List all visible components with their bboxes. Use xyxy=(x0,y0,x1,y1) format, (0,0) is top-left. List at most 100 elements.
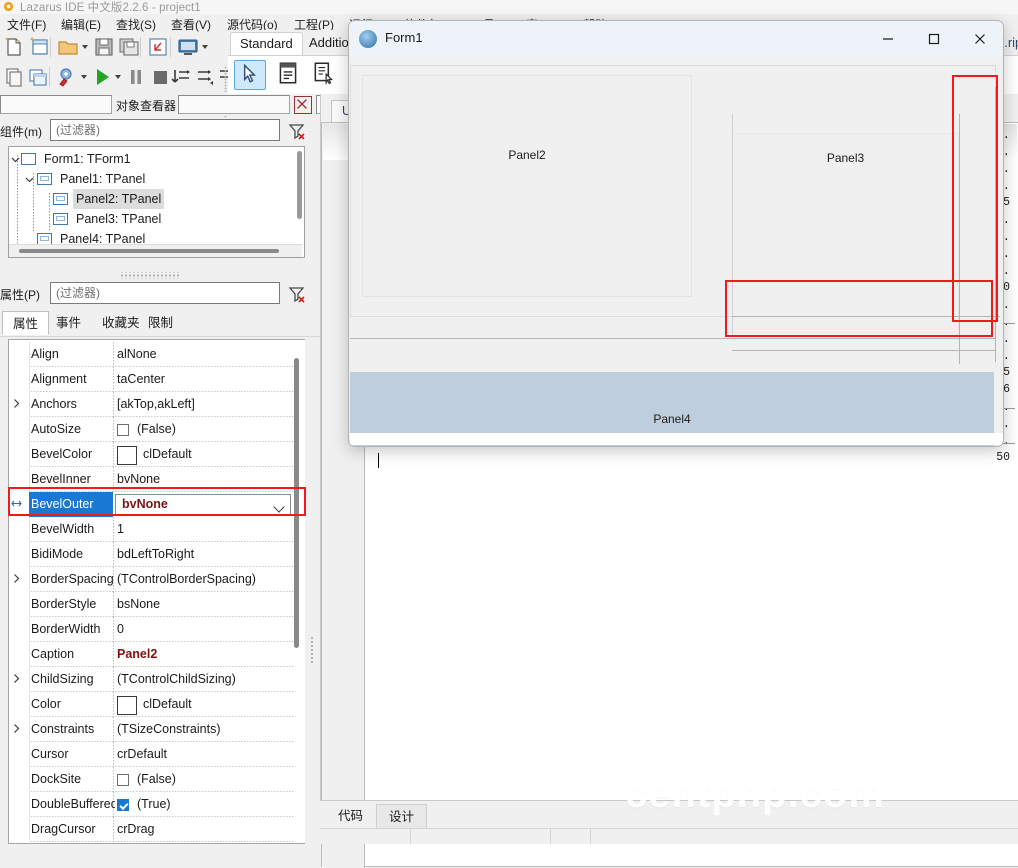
table-row[interactable]: BorderStyle bsNone xyxy=(9,592,303,617)
chevron-right-icon[interactable] xyxy=(11,673,22,684)
table-row[interactable]: DoubleBuffered (True) xyxy=(9,792,303,817)
property-value[interactable]: 1 xyxy=(117,522,293,536)
table-row[interactable]: AutoSize (False) xyxy=(9,417,303,442)
pointer-tool[interactable] xyxy=(234,60,266,90)
step-over-button[interactable] xyxy=(193,65,217,89)
tmainmenu-tool[interactable] xyxy=(274,60,304,88)
save-all-button[interactable] xyxy=(117,35,141,59)
open-dropdown-arrow[interactable] xyxy=(82,45,88,49)
close-button[interactable] xyxy=(957,21,1003,57)
design-panel2[interactable]: Panel2 xyxy=(362,75,692,297)
table-row[interactable]: BorderWidth 0 xyxy=(9,617,303,642)
property-value[interactable]: bdLeftToRight xyxy=(117,547,293,561)
property-value[interactable]: bvNone xyxy=(117,472,293,486)
form-client-area[interactable]: el1 Panel2 Panel3 Panel4 xyxy=(350,57,1003,446)
property-value[interactable]: 0 xyxy=(117,622,293,636)
table-row[interactable]: DragCursor crDrag xyxy=(9,817,303,842)
property-value[interactable]: (TControlChildSizing) xyxy=(117,672,293,686)
component-filter-input[interactable]: (过滤器) xyxy=(50,119,280,141)
palette-tab-standard[interactable]: Standard xyxy=(230,32,303,55)
design-panel3[interactable]: Panel3 xyxy=(732,133,959,333)
tree-horizontal-scrollbar[interactable] xyxy=(9,244,302,257)
table-row[interactable]: ChildSizing (TControlChildSizing) xyxy=(9,667,303,692)
bevelcolor-swatch[interactable] xyxy=(117,446,137,465)
autosize-checkbox[interactable] xyxy=(117,424,129,436)
property-name: BorderStyle xyxy=(31,597,97,611)
tpopupmenu-tool[interactable] xyxy=(310,60,340,88)
build-dropdown-arrow[interactable] xyxy=(81,75,87,79)
lazarus-paw-icon xyxy=(359,30,377,48)
property-grid[interactable]: Align alNone Alignment taCenter Anchors … xyxy=(0,336,320,844)
property-value[interactable]: alNone xyxy=(117,347,293,361)
chevron-right-icon[interactable] xyxy=(11,398,22,409)
tab-restricted[interactable]: 限制 xyxy=(138,311,183,335)
form-designer-window[interactable]: Form1 el1 Panel2 Panel3 xyxy=(348,20,1004,447)
stop-button[interactable] xyxy=(148,65,172,89)
table-row[interactable]: BevelInner bvNone xyxy=(9,467,303,492)
table-row[interactable]: Anchors [akTop,akLeft] xyxy=(9,392,303,417)
new-file-button[interactable] xyxy=(2,35,26,59)
tree-vertical-scrollbar[interactable] xyxy=(297,151,302,219)
filter-clear-icon[interactable] xyxy=(288,122,306,140)
run-button[interactable] xyxy=(90,65,114,89)
tree-hscroll-thumb[interactable] xyxy=(19,249,279,253)
chevron-right-icon[interactable] xyxy=(11,723,22,734)
table-row[interactable]: Alignment taCenter xyxy=(9,367,303,392)
table-row[interactable]: Align alNone xyxy=(9,342,303,367)
chevron-down-icon[interactable] xyxy=(25,175,34,184)
property-name: BevelWidth xyxy=(31,522,95,536)
property-value[interactable]: crDefault xyxy=(117,747,293,761)
table-row[interactable]: BidiMode bdLeftToRight xyxy=(9,542,303,567)
tab-design[interactable]: 设计 xyxy=(376,804,428,830)
chevron-right-icon[interactable] xyxy=(11,573,22,584)
table-row[interactable]: BevelWidth 1 xyxy=(9,517,303,542)
property-value[interactable]: bsNone xyxy=(117,597,293,611)
close-x-icon[interactable] xyxy=(294,96,312,114)
property-value[interactable]: taCenter xyxy=(117,372,293,386)
save-button[interactable] xyxy=(92,35,116,59)
color-swatch[interactable] xyxy=(117,696,137,715)
splitter-grip[interactable] xyxy=(120,272,180,279)
run-dropdown-arrow[interactable] xyxy=(115,75,121,79)
property-value[interactable]: [akTop,akLeft] xyxy=(117,397,293,411)
table-row[interactable]: BorderSpacing (TControlBorderSpacing) xyxy=(9,567,303,592)
minimize-button[interactable] xyxy=(865,21,911,57)
build-button[interactable] xyxy=(55,65,79,89)
tab-events[interactable]: 事件 xyxy=(46,311,91,335)
tab-properties[interactable]: 属性 xyxy=(2,311,50,335)
property-filter-input[interactable]: (过滤器) xyxy=(50,282,280,304)
chevron-down-icon[interactable] xyxy=(273,501,285,513)
step-into-button[interactable] xyxy=(170,65,194,89)
table-row[interactable]: Cursor crDefault xyxy=(9,742,303,767)
docksite-checkbox[interactable] xyxy=(117,774,129,786)
toolbar-grip[interactable] xyxy=(224,66,227,92)
caption-value[interactable]: Panel2 xyxy=(117,647,293,661)
chevron-down-icon[interactable] xyxy=(11,155,20,164)
table-row[interactable]: Caption Panel2 xyxy=(9,642,303,667)
new-unit-button[interactable] xyxy=(2,65,26,89)
property-grid-scrollbar[interactable] xyxy=(294,358,299,648)
property-filter-clear-icon[interactable] xyxy=(288,285,306,303)
property-value[interactable]: (TSizeConstraints) xyxy=(117,722,293,736)
maximize-button[interactable] xyxy=(911,21,957,57)
table-row[interactable]: Color clDefault xyxy=(9,692,303,717)
doublebuffered-checkbox[interactable] xyxy=(117,799,129,811)
table-row[interactable]: BevelColor clDefault xyxy=(9,442,303,467)
property-value[interactable]: (TControlBorderSpacing) xyxy=(117,572,293,586)
pause-button[interactable] xyxy=(124,65,148,89)
view-units-button[interactable] xyxy=(176,35,200,59)
table-row[interactable]: Constraints (TSizeConstraints) xyxy=(9,717,303,742)
bevelouter-combobox[interactable]: bvNone xyxy=(115,494,291,515)
view-units-dropdown-arrow[interactable] xyxy=(202,45,208,49)
property-value[interactable]: crDrag xyxy=(117,822,293,836)
property-grid-grip[interactable] xyxy=(310,637,314,663)
tab-code[interactable]: 代码 xyxy=(326,804,376,829)
form-title-bar[interactable]: Form1 xyxy=(349,21,1003,58)
table-row-selected[interactable]: BevelOuter bvNone xyxy=(9,492,303,517)
new-form-button[interactable] xyxy=(26,65,50,89)
table-row[interactable]: DockSite (False) xyxy=(9,767,303,792)
open-recent-button[interactable] xyxy=(28,35,52,59)
component-tree[interactable]: Form1: TForm1 Panel1: TPanel Panel2: TPa… xyxy=(8,146,305,258)
toggle-form-unit-button[interactable] xyxy=(146,35,170,59)
open-folder-button[interactable] xyxy=(56,35,80,59)
